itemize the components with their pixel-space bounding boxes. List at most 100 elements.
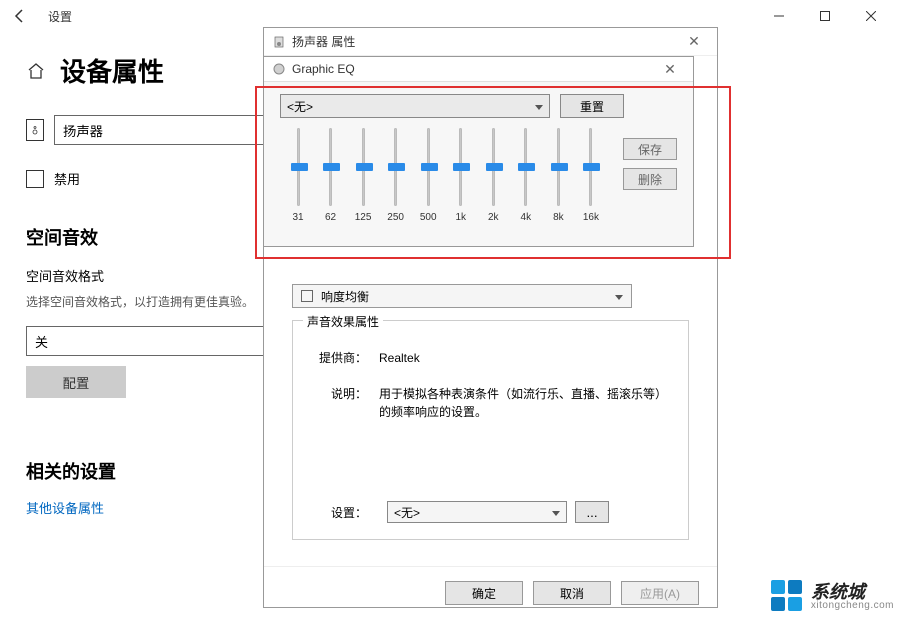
slider-track[interactable] (362, 128, 365, 206)
eq-preset-value: <无> (287, 98, 313, 115)
band-label: 2k (488, 212, 499, 223)
close-button[interactable] (848, 0, 894, 32)
watermark-cn: 系统城 (811, 583, 894, 601)
band-label: 8k (553, 212, 564, 223)
slider-track[interactable] (427, 128, 430, 206)
spatial-format-value: 关 (35, 332, 48, 351)
slider-thumb[interactable] (583, 163, 600, 171)
maximize-button[interactable] (802, 0, 848, 32)
slider-track[interactable] (459, 128, 462, 206)
back-button[interactable] (4, 0, 36, 32)
eq-band-500[interactable]: 500 (414, 128, 442, 223)
slider-thumb[interactable] (421, 163, 438, 171)
provider-value: Realtek (379, 349, 674, 367)
slider-track[interactable] (557, 128, 560, 206)
slider-track[interactable] (492, 128, 495, 206)
band-label: 125 (355, 212, 372, 223)
eq-side-buttons: 保存 删除 (623, 128, 677, 223)
eq-band-16k[interactable]: 16k (577, 128, 605, 223)
chevron-down-icon (535, 99, 543, 113)
eq-titlebar: Graphic EQ ✕ (264, 57, 693, 82)
window-title: 设置 (48, 8, 72, 25)
loudness-checkbox[interactable] (301, 290, 313, 302)
band-label: 16k (583, 212, 599, 223)
preset-select[interactable]: <无> (387, 501, 567, 523)
band-label: 31 (292, 212, 303, 223)
eq-band-1k[interactable]: 1k (447, 128, 475, 223)
slider-track[interactable] (589, 128, 592, 206)
chevron-down-icon (552, 505, 560, 519)
watermark-text: 系统城 xitongcheng.com (811, 583, 894, 611)
watermark-icon (771, 580, 805, 614)
band-label: 1k (455, 212, 466, 223)
cancel-button[interactable]: 取消 (533, 581, 611, 605)
preset-value: <无> (394, 504, 420, 521)
settings-label: 设置： (307, 504, 367, 521)
band-label: 62 (325, 212, 336, 223)
slider-track[interactable] (329, 128, 332, 206)
window-controls (756, 0, 894, 32)
watermark-en: xitongcheng.com (811, 601, 894, 611)
speaker-dialog-title: 扬声器 属性 (292, 33, 355, 50)
save-button[interactable]: 保存 (623, 138, 677, 160)
eq-band-62[interactable]: 62 (317, 128, 345, 223)
band-label: 4k (521, 212, 532, 223)
chevron-down-icon (615, 289, 623, 303)
desc-value: 用于模拟各种表演条件（如流行乐、直播、摇滚乐等）的频率响应的设置。 (379, 385, 674, 421)
provider-row: 提供商： Realtek (307, 349, 674, 367)
reset-button[interactable]: 重置 (560, 94, 624, 118)
slider-thumb[interactable] (551, 163, 568, 171)
eq-band-31[interactable]: 31 (284, 128, 312, 223)
apply-button[interactable]: 应用(A) (621, 581, 699, 605)
dialog-titlebar: 扬声器 属性 ✕ (264, 28, 717, 56)
slider-thumb[interactable] (453, 163, 470, 171)
loudness-eq-row[interactable]: 响度均衡 (292, 284, 632, 308)
band-label: 250 (387, 212, 404, 223)
watermark: 系统城 xitongcheng.com (771, 580, 894, 614)
sound-effect-group: 声音效果属性 提供商： Realtek 说明： 用于模拟各种表演条件（如流行乐、… (292, 320, 689, 540)
eq-band-2k[interactable]: 2k (479, 128, 507, 223)
spatial-desc: 选择空间音效格式，以打造拥有更佳真验。 (26, 293, 266, 312)
band-label: 500 (420, 212, 437, 223)
disable-checkbox[interactable] (26, 170, 44, 188)
config-button[interactable]: 配置 (26, 366, 126, 398)
desc-row: 说明： 用于模拟各种表演条件（如流行乐、直播、摇滚乐等）的频率响应的设置。 (307, 385, 674, 421)
graphic-eq-dialog: Graphic EQ ✕ <无> 重置 31 62 125 250 500 1k 2k 4k 8… (263, 56, 694, 247)
speaker-dialog-icon (272, 35, 286, 49)
desc-label: 说明： (307, 385, 367, 421)
slider-track[interactable] (524, 128, 527, 206)
minimize-button[interactable] (756, 0, 802, 32)
eq-title: Graphic EQ (292, 62, 355, 76)
eq-body: <无> 重置 31 62 125 250 500 1k 2k 4k 8k 16k 保存 删除 (264, 82, 693, 229)
eq-main: 31 62 125 250 500 1k 2k 4k 8k 16k 保存 删除 (280, 128, 677, 223)
eq-top-row: <无> 重置 (280, 94, 677, 118)
loudness-label: 响度均衡 (321, 288, 369, 305)
eq-band-8k[interactable]: 8k (544, 128, 572, 223)
slider-thumb[interactable] (388, 163, 405, 171)
eq-preset-select[interactable]: <无> (280, 94, 550, 118)
slider-thumb[interactable] (518, 163, 535, 171)
eq-close-button[interactable]: ✕ (655, 61, 685, 78)
delete-button[interactable]: 删除 (623, 168, 677, 190)
more-button[interactable]: ... (575, 501, 609, 523)
group-title: 声音效果属性 (303, 313, 383, 330)
ok-button[interactable]: 确定 (445, 581, 523, 605)
eq-band-250[interactable]: 250 (382, 128, 410, 223)
eq-band-125[interactable]: 125 (349, 128, 377, 223)
provider-label: 提供商： (307, 349, 367, 367)
preset-settings-row: 设置： <无> ... (307, 501, 674, 523)
eq-icon (272, 62, 286, 76)
slider-track[interactable] (394, 128, 397, 206)
eq-sliders: 31 62 125 250 500 1k 2k 4k 8k 16k (280, 128, 609, 223)
slider-thumb[interactable] (356, 163, 373, 171)
slider-thumb[interactable] (486, 163, 503, 171)
disable-label: 禁用 (54, 169, 80, 188)
eq-band-4k[interactable]: 4k (512, 128, 540, 223)
speaker-dialog-close[interactable]: ✕ (679, 33, 709, 50)
home-icon[interactable] (26, 61, 46, 81)
page-title: 设备属性 (60, 52, 164, 89)
slider-thumb[interactable] (323, 163, 340, 171)
slider-track[interactable] (297, 128, 300, 206)
speaker-icon (26, 119, 44, 141)
slider-thumb[interactable] (291, 163, 308, 171)
